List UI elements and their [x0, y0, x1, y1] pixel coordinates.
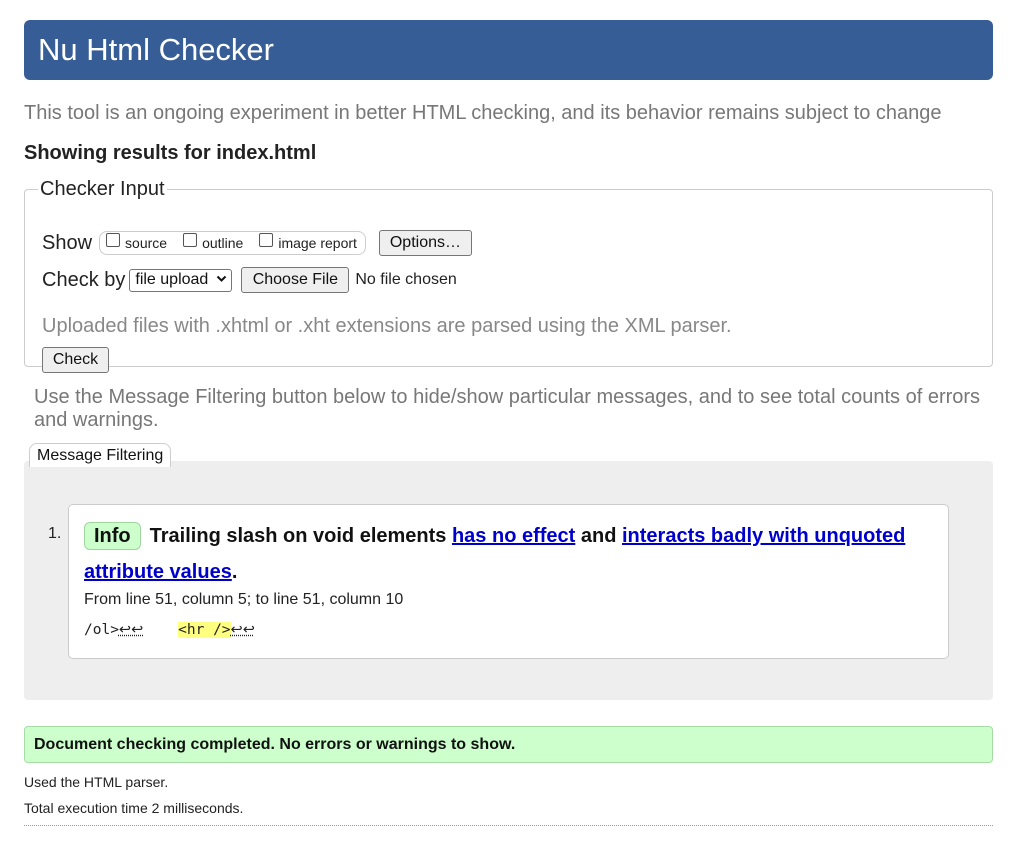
check-button[interactable]: Check [42, 347, 109, 373]
show-source-option[interactable]: source [106, 233, 168, 251]
no-file-chosen-text: No file chosen [355, 271, 457, 288]
message-location: From line 51, column 5; to line 51, colu… [84, 591, 404, 608]
footer-divider [24, 825, 993, 826]
outline-label: outline [202, 235, 244, 251]
success-status-text: Document checking completed. No errors o… [34, 736, 516, 753]
options-button[interactable]: Options… [378, 230, 472, 256]
page-header: Nu Html Checker [24, 20, 993, 80]
xml-parser-note: Uploaded files with .xhtml or .xht exten… [42, 315, 732, 337]
linefeed-icon: ↩↩ [118, 622, 144, 638]
image-report-label: image report [278, 235, 357, 251]
message-filtering-button[interactable]: Message Filtering [29, 443, 172, 467]
show-label: Show [42, 231, 93, 254]
extract-before: /ol> [84, 622, 119, 638]
message-number: 1. [48, 525, 62, 542]
image-report-checkbox[interactable] [259, 233, 274, 247]
outline-checkbox[interactable] [183, 233, 198, 247]
source-extract: /ol>↩↩ <hr />↩↩ [84, 622, 255, 638]
checker-input-fieldset: Checker Input Show source outline image … [24, 178, 993, 373]
message-filtering-note: Use the Message Filtering button below t… [34, 386, 981, 431]
show-image-report-option[interactable]: image report [259, 233, 357, 251]
parser-details: Used the HTML parser. [24, 774, 169, 790]
extract-gap [143, 622, 178, 638]
show-row: Show source outline image report Options… [42, 230, 472, 256]
message-text-start: Trailing slash on void elements [149, 525, 452, 547]
has-no-effect-link[interactable]: has no effect [452, 525, 575, 547]
message-item: Info Trailing slash on void elements has … [68, 504, 949, 659]
linefeed-icon: ↩↩ [230, 622, 255, 638]
showing-results-heading: Showing results for index.html [24, 142, 317, 164]
info-badge: Info [84, 522, 141, 550]
results-panel: 1. Info Trailing slash on void elements h… [24, 461, 993, 700]
extract-highlight: <hr /> [178, 622, 231, 638]
tagline: This tool is an ongoing experiment in be… [24, 102, 942, 124]
checker-input-legend: Checker Input [40, 178, 165, 200]
show-outline-option[interactable]: outline [183, 233, 244, 251]
source-label: source [125, 235, 168, 251]
message-text: Info Trailing slash on void elements has … [84, 518, 934, 590]
message-text-end: . [231, 561, 238, 583]
check-by-value: file upload [135, 271, 209, 288]
choose-file-button[interactable]: Choose File [241, 267, 350, 293]
success-status-bar: Document checking completed. No errors o… [24, 726, 993, 763]
check-by-label: Check by [42, 268, 126, 291]
source-checkbox[interactable] [106, 233, 121, 247]
show-options-group: source outline image report [99, 231, 366, 255]
check-by-row: Check by file upload Choose File No file… [42, 267, 457, 293]
message-text-mid: and [575, 525, 622, 547]
chevron-down-icon [216, 273, 227, 287]
check-by-select[interactable]: file upload [129, 268, 233, 292]
execution-time-details: Total execution time 2 milliseconds. [24, 800, 244, 816]
page-title: Nu Html Checker [38, 32, 274, 67]
